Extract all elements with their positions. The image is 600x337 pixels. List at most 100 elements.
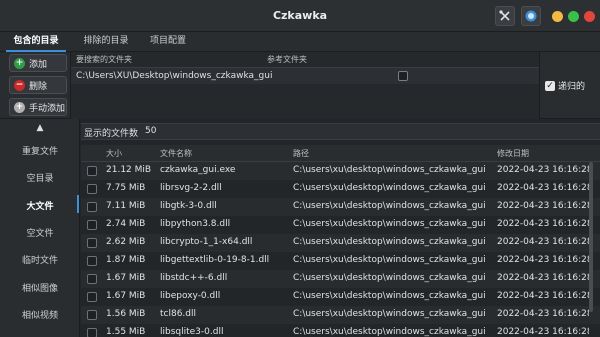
cell-size: 1.87 MiB: [106, 255, 146, 265]
row-checkbox[interactable]: [87, 328, 97, 337]
cell-date: 2022-04-23 16:16:28: [497, 327, 589, 337]
check-icon: ✓: [545, 80, 555, 91]
sidebar: ▲ 重复文件 空目录 大文件 空文件 临时文件 相似图像 相似视频: [0, 119, 80, 337]
cell-name: libpython3.8.dll: [160, 219, 231, 229]
cell-path: C:\users\xu\desktop\windows_czkawka_gui: [293, 201, 486, 211]
scrollbar[interactable]: [589, 162, 593, 312]
main-panel: 显示的文件数 50 大小 文件名称 路径 修改日期 21.12 MiB czkaw…: [81, 119, 600, 337]
recursive-label: 递归的: [558, 82, 586, 92]
cell-name: libstdc++-6.dll: [160, 273, 228, 283]
row-checkbox[interactable]: [87, 292, 97, 302]
sidebar-item-similar-images[interactable]: 相似图像: [0, 281, 80, 294]
cell-name: libgtk-3-0.dll: [160, 201, 217, 211]
cell-size: 1.56 MiB: [106, 309, 146, 319]
cell-size: 7.75 MiB: [106, 183, 146, 193]
cell-size: 7.11 MiB: [106, 201, 146, 211]
manual-add-label: 手动添加: [29, 103, 66, 114]
title-bar: Czkawka: [0, 0, 600, 32]
active-indicator: [77, 195, 79, 213]
row-checkbox[interactable]: [87, 184, 97, 194]
table-row[interactable]: 7.75 MiB librsvg-2-2.dll C:\users\xu\deskt…: [81, 180, 600, 198]
cell-size: 1.67 MiB: [106, 291, 146, 301]
cell-size: 2.62 MiB: [106, 237, 146, 247]
table-row[interactable]: 1.56 MiB tcl86.dll C:\users\xu\desktop\win…: [81, 306, 600, 324]
row-checkbox[interactable]: [87, 202, 97, 212]
plus-icon: +: [14, 57, 25, 69]
add-button[interactable]: + 添加: [9, 54, 67, 72]
row-checkbox[interactable]: [87, 256, 97, 266]
column-name[interactable]: 文件名称: [160, 148, 192, 159]
remove-button[interactable]: − 删除: [9, 76, 67, 94]
cell-size: 2.74 MiB: [106, 219, 146, 229]
table-row[interactable]: 1.67 MiB libepoxy-0.dll C:\users\xu\deskto…: [81, 288, 600, 306]
table-header: 大小 文件名称 路径 修改日期: [81, 145, 600, 162]
directory-row[interactable]: C:\Users\XU\Desktop\windows_czkawka_gui: [71, 68, 539, 84]
sidebar-item-empty-files[interactable]: 空文件: [0, 226, 80, 239]
sidebar-item-empty-dirs[interactable]: 空目录: [0, 171, 80, 184]
reference-checkbox[interactable]: [398, 71, 408, 81]
cell-name: tcl86.dll: [160, 309, 197, 319]
cell-date: 2022-04-23 16:16:28: [497, 309, 589, 319]
row-checkbox[interactable]: [87, 310, 97, 320]
file-count-input[interactable]: 50: [145, 126, 156, 136]
table-row[interactable]: 2.74 MiB libpython3.8.dll C:\users\xu\desk…: [81, 216, 600, 234]
file-count-label: 显示的文件数: [84, 129, 139, 139]
cell-name: librsvg-2-2.dll: [160, 183, 222, 193]
top-tabs: 包含的目录 排除的目录 项目配置: [0, 32, 600, 52]
sidebar-item-temp-files[interactable]: 临时文件: [0, 253, 80, 266]
add-label: 添加: [29, 59, 48, 70]
table-row[interactable]: 21.12 MiB czkawka_gui.exe C:\users\xu\desk…: [81, 162, 600, 180]
cell-date: 2022-04-23 16:16:28: [497, 183, 589, 193]
table-row[interactable]: 7.11 MiB libgtk-3-0.dll C:\users\xu\deskto…: [81, 198, 600, 216]
directories-panel: + 添加 − 删除 + 手动添加 要搜索的文件夹 参考文件夹 C:\Users\…: [0, 52, 600, 119]
table-row[interactable]: 2.62 MiB libcrypto-1_1-x64.dll C:\users\xu…: [81, 234, 600, 252]
row-checkbox[interactable]: [87, 274, 97, 284]
about-button[interactable]: [521, 6, 541, 26]
cell-size: 1.55 MiB: [106, 327, 146, 337]
cell-date: 2022-04-23 16:16:28: [497, 255, 589, 265]
sidebar-item-similar-videos[interactable]: 相似视频: [0, 308, 80, 321]
remove-label: 删除: [29, 81, 48, 92]
column-size[interactable]: 大小: [106, 148, 122, 159]
chat-icon: [525, 10, 537, 22]
row-checkbox[interactable]: [87, 166, 97, 176]
table-row[interactable]: 1.67 MiB libstdc++-6.dll C:\users\xu\deskt…: [81, 270, 600, 288]
maximize-button[interactable]: [568, 11, 579, 22]
cell-date: 2022-04-23 16:16:28: [497, 237, 589, 247]
minus-icon: −: [14, 79, 25, 91]
tab-excluded-dirs[interactable]: 排除的目录: [76, 32, 136, 52]
tab-settings[interactable]: 项目配置: [140, 32, 196, 52]
sidebar-item-big-files[interactable]: 大文件: [0, 199, 80, 212]
cell-date: 2022-04-23 16:16:28: [497, 165, 589, 175]
cell-path: C:\users\xu\desktop\windows_czkawka_gui: [293, 183, 486, 193]
manual-add-button[interactable]: + 手动添加: [9, 98, 67, 116]
chevron-up-icon[interactable]: ▲: [35, 123, 45, 133]
cell-name: libepoxy-0.dll: [160, 291, 221, 301]
table-row[interactable]: 1.87 MiB libgettextlib-0-19-8-1.dll C:\use…: [81, 252, 600, 270]
cell-name: libcrypto-1_1-x64.dll: [160, 237, 253, 247]
minimize-button[interactable]: [552, 11, 563, 22]
search-folder-header: 要搜索的文件夹: [76, 55, 132, 64]
cell-path: C:\users\xu\desktop\windows_czkawka_gui: [293, 327, 486, 337]
plus-icon: +: [14, 101, 25, 113]
cell-path: C:\users\xu\desktop\windows_czkawka_gui: [293, 237, 486, 247]
column-path[interactable]: 路径: [293, 148, 309, 159]
file-count-bar: 显示的文件数 50: [81, 123, 600, 140]
directories-header: 要搜索的文件夹 参考文件夹: [71, 52, 539, 68]
sidebar-item-duplicates[interactable]: 重复文件: [0, 144, 80, 157]
recursive-checkbox[interactable]: ✓ 递归的: [545, 79, 585, 92]
cell-path: C:\users\xu\desktop\windows_czkawka_gui: [293, 255, 486, 265]
close-button[interactable]: [584, 11, 595, 22]
tools-icon: [499, 10, 510, 21]
row-checkbox[interactable]: [87, 220, 97, 230]
table-row[interactable]: 1.55 MiB libsqlite3-0.dll C:\users\xu\desk…: [81, 324, 600, 337]
row-checkbox[interactable]: [87, 238, 97, 248]
cell-name: libsqlite3-0.dll: [160, 327, 224, 337]
cell-date: 2022-04-23 16:16:28: [497, 201, 589, 211]
tab-included-dirs[interactable]: 包含的目录: [6, 32, 66, 52]
column-date[interactable]: 修改日期: [497, 148, 529, 159]
cell-path: C:\users\xu\desktop\windows_czkawka_gui: [293, 219, 486, 229]
settings-button[interactable]: [495, 6, 515, 26]
cell-size: 21.12 MiB: [106, 165, 152, 175]
cell-path: C:\users\xu\desktop\windows_czkawka_gui: [293, 273, 486, 283]
